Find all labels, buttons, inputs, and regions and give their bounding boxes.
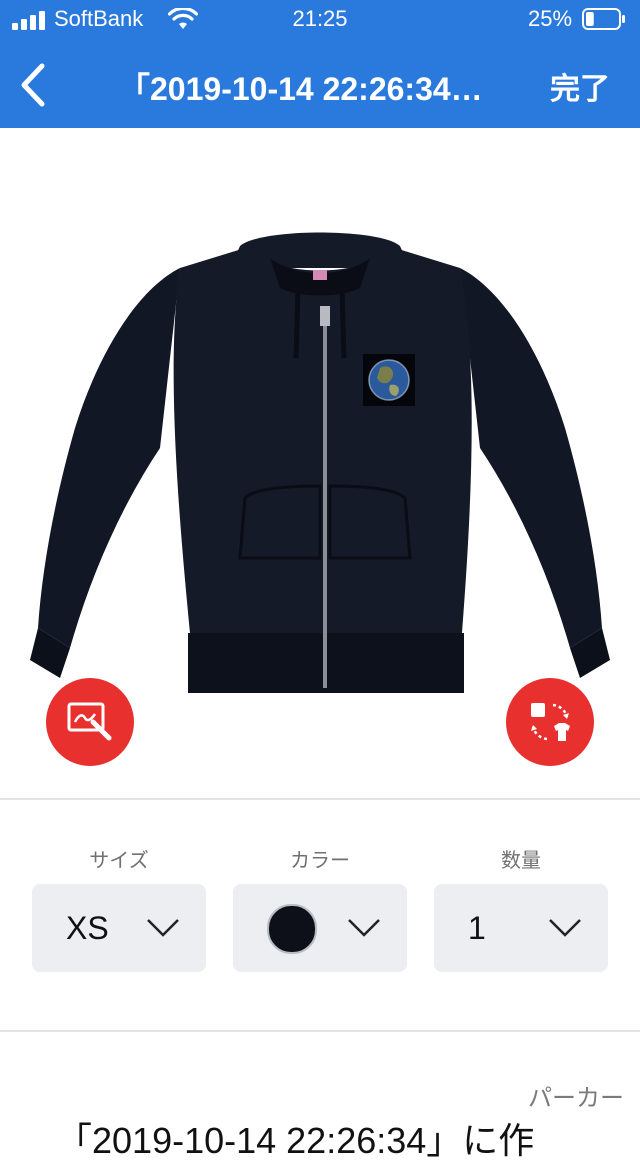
change-item-button[interactable]	[506, 678, 594, 766]
product-preview	[0, 128, 640, 798]
color-select[interactable]	[233, 884, 407, 972]
battery-icon	[582, 8, 625, 30]
chevron-down-icon	[147, 919, 179, 937]
header: SoftBank 21:25 25% 「2019-10-14 22:26:34……	[0, 0, 640, 128]
quantity-value: 1	[468, 910, 486, 946]
chevron-down-icon	[549, 919, 581, 937]
divider	[0, 1030, 640, 1032]
hoodie-image	[30, 232, 610, 693]
product-category: パーカー	[528, 1085, 624, 1112]
product-name: 「2019-10-14 22:26:34」に作	[56, 1120, 535, 1161]
size-value: XS	[66, 910, 109, 946]
divider	[0, 798, 640, 800]
color-swatch	[267, 904, 317, 954]
edit-design-icon	[67, 702, 112, 741]
change-item-icon	[531, 703, 570, 741]
edit-design-button[interactable]	[46, 678, 134, 766]
chevron-left-icon	[21, 63, 45, 107]
status-bar: SoftBank 21:25 25%	[0, 0, 640, 40]
size-label: サイズ	[89, 850, 149, 872]
done-button[interactable]: 完了	[540, 64, 620, 108]
quantity-select[interactable]: 1	[434, 884, 608, 972]
chevron-down-icon	[348, 919, 380, 937]
back-button[interactable]	[14, 60, 54, 110]
quantity-label: 数量	[501, 850, 541, 872]
battery-percent: 25%	[528, 6, 573, 31]
size-select[interactable]: XS	[32, 884, 206, 972]
color-label: カラー	[290, 850, 350, 872]
page-title: 「2019-10-14 22:26:34…	[118, 71, 483, 107]
